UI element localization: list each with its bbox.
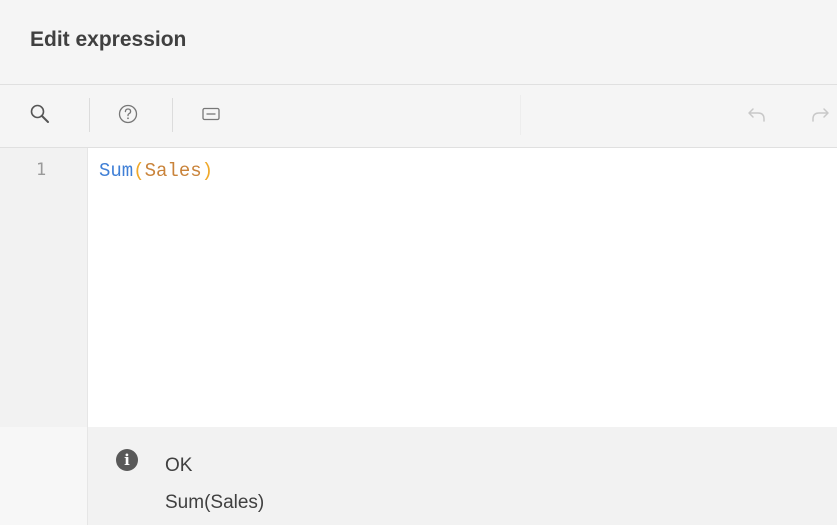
undo-button[interactable] (742, 99, 772, 129)
editor-toolbar (0, 85, 837, 148)
status-title: OK (165, 455, 193, 476)
code-token-field: Sales (144, 160, 202, 182)
info-icon: i (116, 449, 138, 471)
search-button[interactable] (25, 99, 55, 129)
dialog-header: Edit expression (0, 0, 837, 85)
comment-icon (202, 107, 220, 121)
line-number-gutter: 1 (0, 148, 88, 427)
line-number: 1 (36, 160, 47, 180)
search-icon (30, 104, 49, 123)
validation-status-panel: i OK Sum(Sales) (88, 427, 837, 525)
toolbar-divider (520, 95, 521, 135)
toolbar-divider (172, 98, 173, 132)
toolbar-divider (89, 98, 90, 132)
help-button[interactable] (113, 99, 143, 129)
expression-editor[interactable]: 1 Sum(Sales) (0, 148, 837, 427)
status-expression: Sum(Sales) (165, 492, 265, 513)
code-token-function: Sum (99, 160, 134, 182)
code-line[interactable]: Sum(Sales) (99, 160, 213, 182)
status-gutter (0, 427, 88, 525)
undo-icon (748, 108, 765, 122)
code-token-open-paren: ( (133, 160, 145, 182)
redo-icon (812, 108, 829, 122)
help-icon (118, 104, 138, 124)
comment-button[interactable] (196, 99, 226, 129)
code-token-close-paren: ) (201, 160, 214, 182)
redo-button[interactable] (805, 99, 835, 129)
dialog-title: Edit expression (30, 28, 187, 51)
edit-expression-dialog: Edit expression 1 Sum(Sales) i OK Sum(Sa… (0, 0, 837, 525)
